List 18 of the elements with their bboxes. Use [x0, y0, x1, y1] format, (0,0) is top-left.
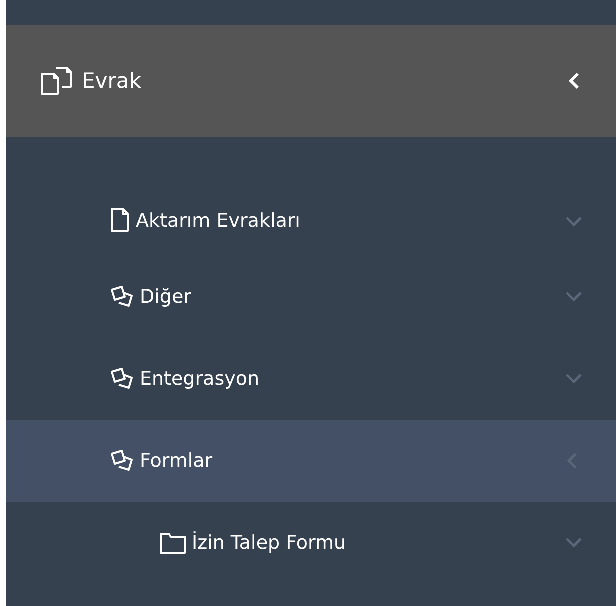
menu-item-label: Diğer: [140, 286, 192, 308]
menu-title: Evrak: [82, 69, 142, 93]
menu-item-label: Formlar: [140, 450, 214, 472]
menu-item-label: Entegrasyon: [140, 368, 261, 390]
two-squares-icon: [110, 449, 134, 473]
two-squares-icon: [110, 285, 134, 309]
menu-item-label: Aktarım Evrakları: [136, 210, 302, 232]
document-icon: [110, 208, 130, 232]
menu-item-label: İzin Talep Formu: [192, 532, 348, 554]
documents-icon: [40, 66, 72, 96]
two-squares-icon: [110, 367, 134, 391]
folder-icon: [160, 532, 186, 554]
menu-item[interactable]: İzin Talep Formu: [6, 502, 616, 584]
menu-header[interactable]: Evrak: [6, 25, 616, 137]
menu-item[interactable]: Diğer: [6, 256, 616, 338]
menu-item[interactable]: Aktarım Evrakları: [6, 137, 616, 256]
menu-item[interactable]: Formlar: [6, 420, 616, 502]
menu-item[interactable]: Entegrasyon: [6, 338, 616, 420]
